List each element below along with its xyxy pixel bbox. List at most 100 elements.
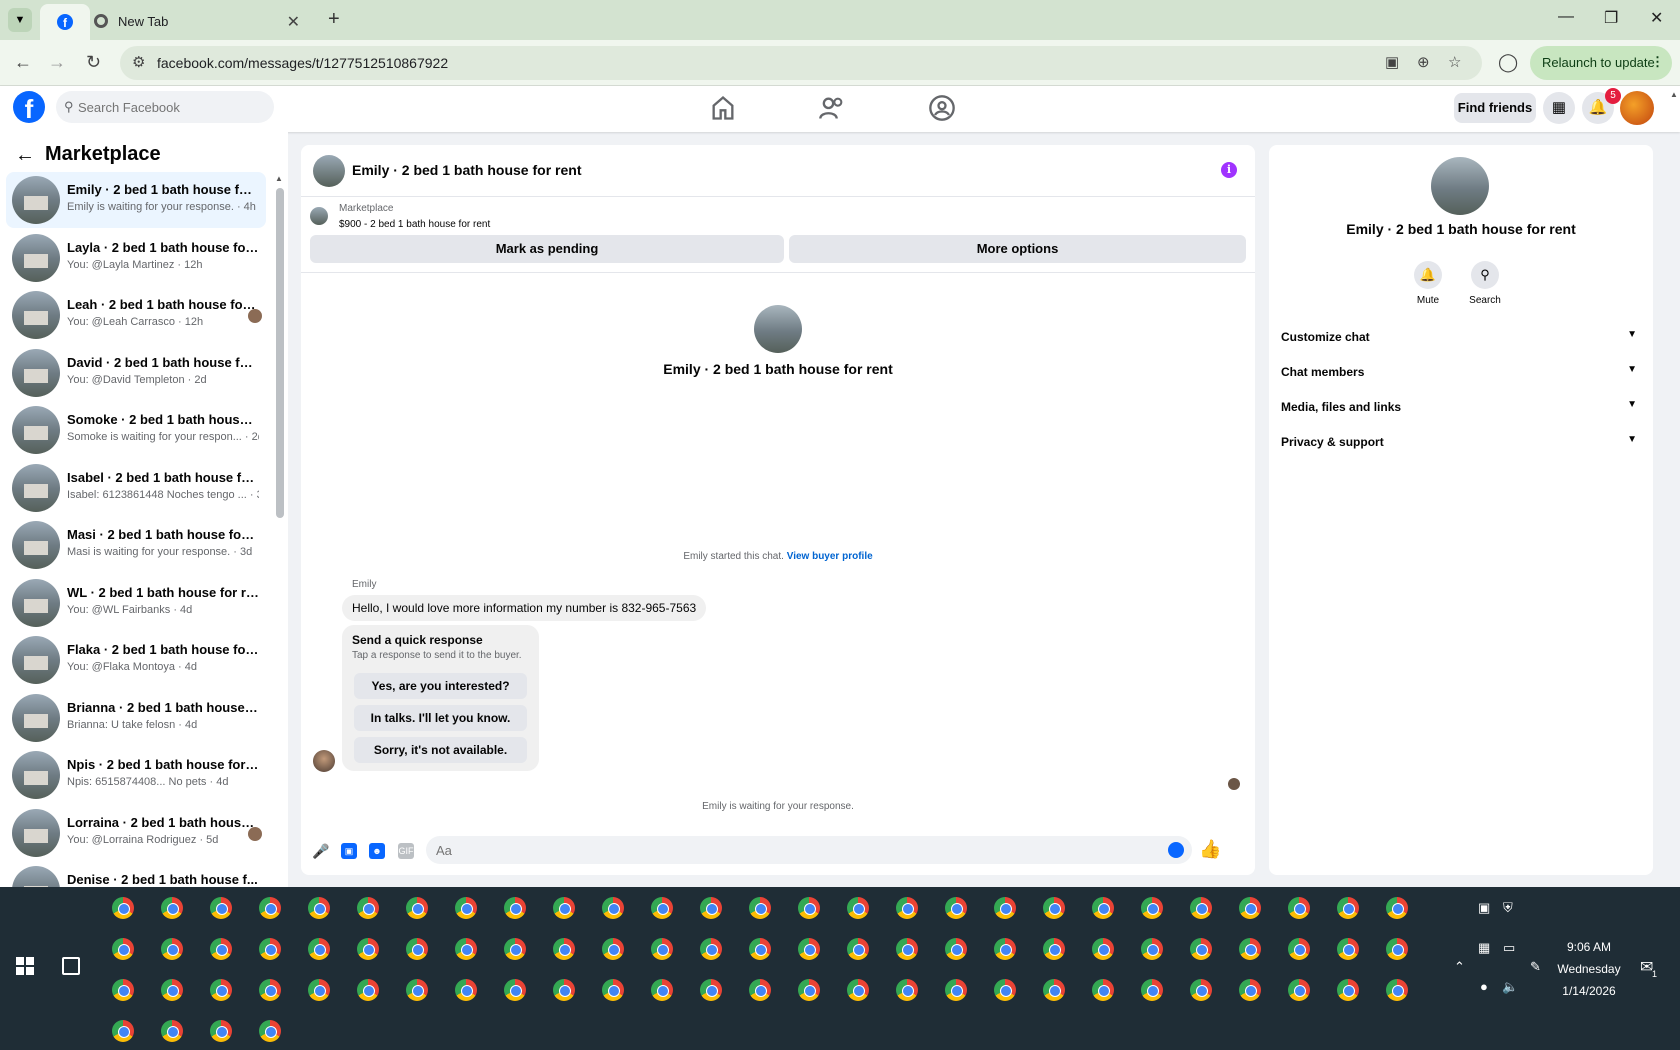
page-scroll-up-icon[interactable]: ▲ bbox=[1670, 90, 1678, 99]
chrome-window-icon[interactable] bbox=[1092, 979, 1114, 1001]
back-arrow-icon[interactable]: ← bbox=[15, 144, 35, 167]
chrome-window-icon[interactable] bbox=[357, 979, 379, 1001]
forward-button[interactable]: → bbox=[48, 52, 66, 73]
close-window-button[interactable]: ✕ bbox=[1650, 8, 1663, 28]
omnibox[interactable]: ⚙ facebook.com/messages/t/12775125108679… bbox=[120, 46, 1482, 80]
listing-title[interactable]: $900 - 2 bed 1 bath house for rent bbox=[339, 219, 490, 230]
chrome-window-icon[interactable] bbox=[1386, 979, 1408, 1001]
install-app-icon[interactable]: ▣ bbox=[1385, 53, 1399, 71]
chrome-window-icon[interactable] bbox=[1092, 897, 1114, 919]
minimize-button[interactable]: — bbox=[1558, 8, 1574, 26]
facebook-search-input[interactable] bbox=[78, 91, 268, 123]
chrome-window-icon[interactable] bbox=[700, 938, 722, 960]
chrome-window-icon[interactable] bbox=[259, 897, 281, 919]
chrome-window-icon[interactable] bbox=[1190, 938, 1212, 960]
site-info-icon[interactable]: ⚙ bbox=[132, 53, 145, 71]
menu-grid-icon[interactable]: ▦ bbox=[1543, 92, 1575, 124]
chrome-window-icon[interactable] bbox=[210, 1020, 232, 1042]
chrome-window-icon[interactable] bbox=[504, 938, 526, 960]
chrome-window-icon[interactable] bbox=[504, 979, 526, 1001]
facebook-search[interactable]: ⚲ bbox=[56, 91, 274, 123]
chat-avatar[interactable] bbox=[313, 155, 345, 187]
tab-new-tab[interactable]: New Tab ✕ bbox=[90, 4, 312, 40]
chrome-window-icon[interactable] bbox=[651, 938, 673, 960]
thumbs-up-icon[interactable]: 👍 bbox=[1199, 839, 1221, 860]
conversation-item[interactable]: Lorraina · 2 bed 1 bath house ... You: @L… bbox=[6, 805, 266, 861]
chrome-window-icon[interactable] bbox=[1141, 938, 1163, 960]
chrome-window-icon[interactable] bbox=[896, 897, 918, 919]
chrome-window-icon[interactable] bbox=[847, 938, 869, 960]
chrome-window-icon[interactable] bbox=[945, 938, 967, 960]
conversation-item[interactable]: Leah · 2 bed 1 bath house for ... You: @L… bbox=[6, 287, 266, 343]
details-avatar[interactable] bbox=[1431, 157, 1489, 215]
zoom-icon[interactable]: ⊕ bbox=[1417, 53, 1430, 71]
security-shield-icon[interactable]: ⛨ bbox=[1503, 900, 1513, 916]
chrome-window-icon[interactable] bbox=[161, 897, 183, 919]
conversation-item[interactable]: Npis · 2 bed 1 bath house for rent Npis: … bbox=[6, 747, 266, 803]
chrome-window-icon[interactable] bbox=[1141, 979, 1163, 1001]
chrome-window-icon[interactable] bbox=[259, 1020, 281, 1042]
chrome-window-icon[interactable] bbox=[406, 938, 428, 960]
chrome-window-icon[interactable] bbox=[112, 1020, 134, 1042]
chrome-window-icon[interactable] bbox=[259, 938, 281, 960]
chrome-window-icon[interactable] bbox=[847, 979, 869, 1001]
chrome-window-icon[interactable] bbox=[1288, 979, 1310, 1001]
chrome-window-icon[interactable] bbox=[1239, 979, 1261, 1001]
clock-time[interactable]: 9:06 AM bbox=[1544, 940, 1634, 954]
chrome-window-icon[interactable] bbox=[896, 979, 918, 1001]
chrome-window-icon[interactable] bbox=[1337, 979, 1359, 1001]
chrome-window-icon[interactable] bbox=[602, 979, 624, 1001]
chat-title[interactable]: Emily · 2 bed 1 bath house for rent bbox=[352, 162, 581, 178]
chrome-window-icon[interactable] bbox=[1288, 938, 1310, 960]
camera-icon[interactable]: ▣ bbox=[1478, 900, 1490, 916]
search-button[interactable]: ⚲ Search bbox=[1457, 261, 1513, 306]
chat-members-row[interactable]: Chat members ▼ bbox=[1281, 358, 1641, 388]
network-app-icon[interactable]: ▦ bbox=[1478, 940, 1490, 956]
chrome-window-icon[interactable] bbox=[798, 897, 820, 919]
chrome-window-icon[interactable] bbox=[1288, 897, 1310, 919]
chrome-window-icon[interactable] bbox=[161, 1020, 183, 1042]
chrome-window-icon[interactable] bbox=[406, 979, 428, 1001]
chrome-window-icon[interactable] bbox=[455, 979, 477, 1001]
clock-day[interactable]: Wednesday bbox=[1544, 962, 1634, 976]
volume-icon[interactable]: 🔈 bbox=[1502, 979, 1518, 995]
pen-icon[interactable]: ✎ bbox=[1530, 959, 1541, 975]
message-input[interactable] bbox=[436, 836, 1126, 864]
tab-search-button[interactable]: ▼ bbox=[8, 8, 32, 32]
more-options-button[interactable]: More options bbox=[789, 235, 1246, 263]
relaunch-button[interactable]: Relaunch to update ⋮ bbox=[1530, 46, 1672, 80]
info-icon[interactable]: i bbox=[1221, 162, 1237, 178]
chrome-window-icon[interactable] bbox=[896, 938, 918, 960]
tab-facebook[interactable]: f bbox=[40, 4, 90, 40]
chrome-window-icon[interactable] bbox=[1043, 897, 1065, 919]
chrome-window-icon[interactable] bbox=[308, 979, 330, 1001]
chrome-window-icon[interactable] bbox=[112, 938, 134, 960]
chrome-window-icon[interactable] bbox=[994, 979, 1016, 1001]
media-files-links-row[interactable]: Media, files and links ▼ bbox=[1281, 393, 1641, 423]
recording-icon[interactable]: ● bbox=[1480, 979, 1488, 994]
chrome-window-icon[interactable] bbox=[112, 979, 134, 1001]
emoji-icon[interactable] bbox=[1168, 842, 1184, 858]
groups-icon[interactable] bbox=[928, 94, 956, 122]
find-friends-button[interactable]: Find friends bbox=[1454, 93, 1536, 123]
home-icon[interactable] bbox=[709, 94, 737, 122]
listing-thumbnail[interactable] bbox=[310, 207, 328, 225]
account-avatar[interactable] bbox=[1620, 91, 1654, 125]
task-view-icon[interactable] bbox=[62, 957, 80, 975]
quick-reply-not-available[interactable]: Sorry, it's not available. bbox=[354, 737, 527, 763]
chrome-window-icon[interactable] bbox=[1043, 979, 1065, 1001]
windows-start-icon[interactable] bbox=[16, 957, 34, 975]
chrome-window-icon[interactable] bbox=[749, 897, 771, 919]
chrome-window-icon[interactable] bbox=[357, 897, 379, 919]
chrome-window-icon[interactable] bbox=[161, 979, 183, 1001]
display-icon[interactable]: ▭ bbox=[1503, 940, 1515, 956]
chrome-window-icon[interactable] bbox=[259, 979, 281, 1001]
facebook-logo-icon[interactable]: f bbox=[13, 91, 45, 124]
quick-reply-in-talks[interactable]: In talks. I'll let you know. bbox=[354, 705, 527, 731]
conversation-item[interactable]: Masi · 2 bed 1 bath house for rent Masi i… bbox=[6, 517, 266, 573]
chrome-window-icon[interactable] bbox=[1386, 897, 1408, 919]
bookmark-star-icon[interactable]: ☆ bbox=[1448, 53, 1461, 71]
chrome-window-icon[interactable] bbox=[749, 979, 771, 1001]
url-text[interactable]: facebook.com/messages/t/1277512510867922 bbox=[157, 55, 448, 71]
conversation-item[interactable]: Somoke · 2 bed 1 bath house fo... Somoke … bbox=[6, 402, 266, 458]
